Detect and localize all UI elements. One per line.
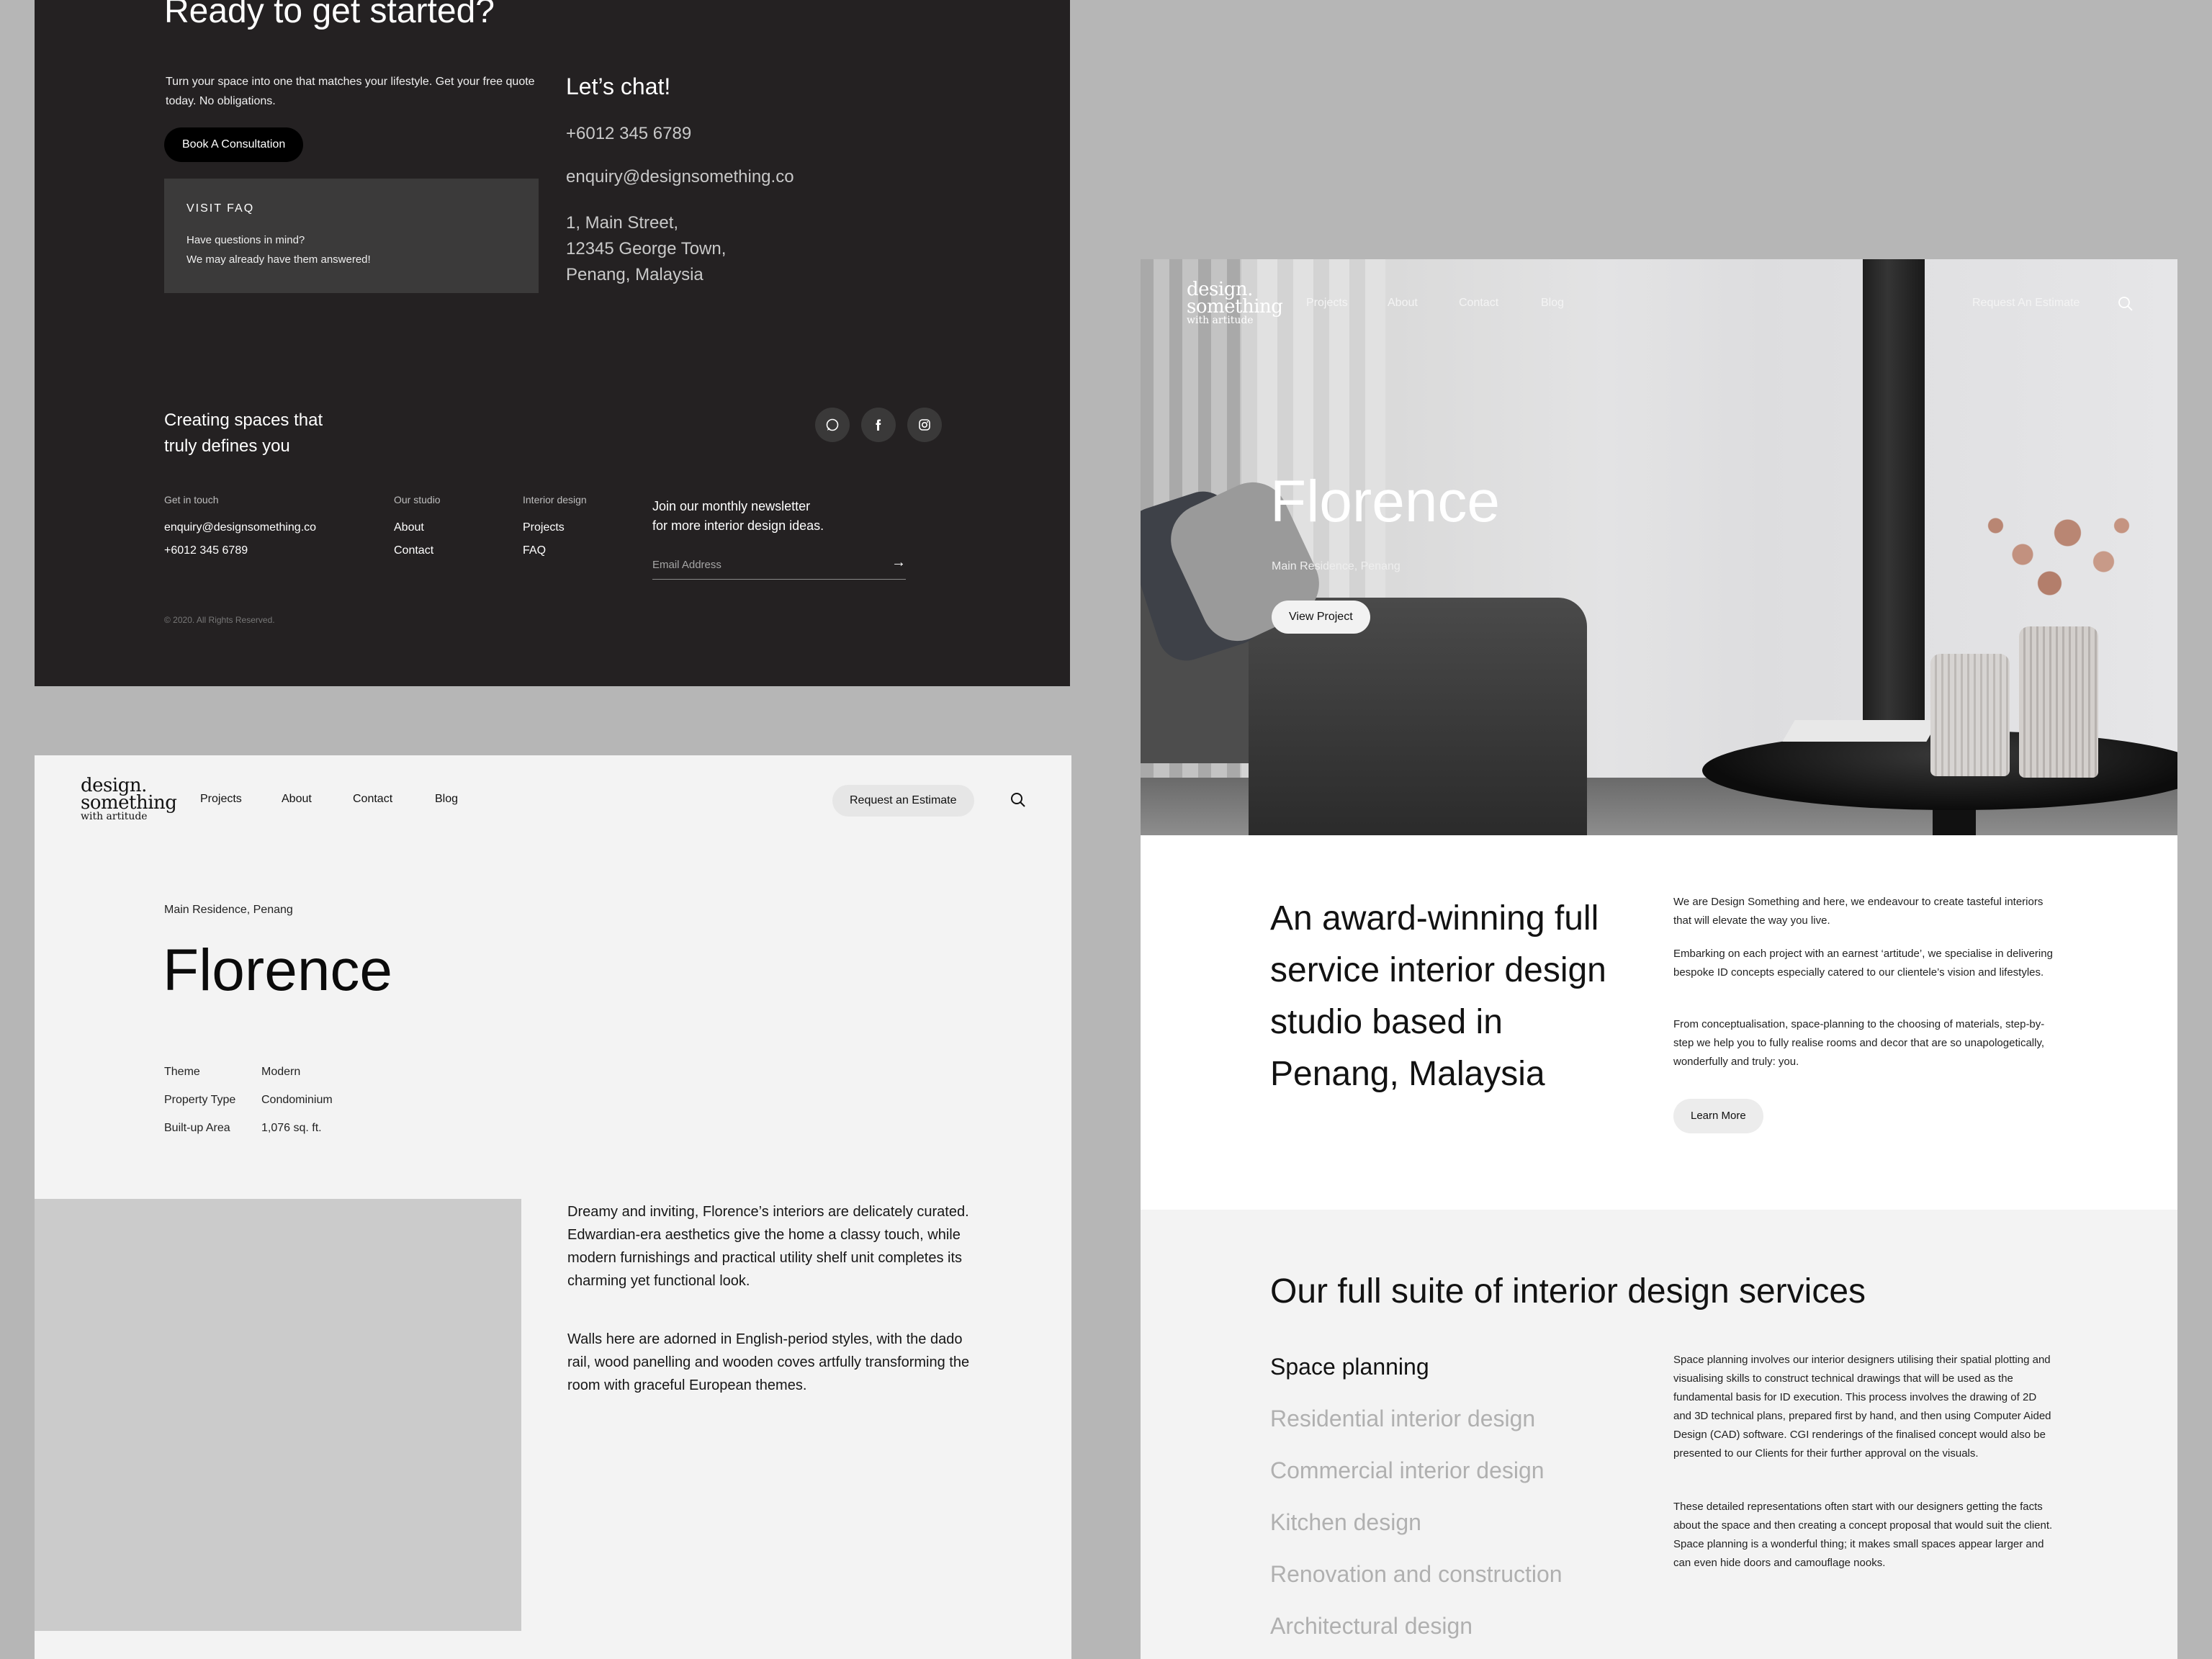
hero-vase-tall [2019, 626, 2098, 778]
tagline-line-2: truly defines you [164, 436, 290, 456]
spec-property-type-value: Condominium [261, 1094, 333, 1106]
project-subtitle: Main Residence, Penang [164, 904, 293, 916]
facebook-icon[interactable] [861, 408, 896, 442]
footer-contact-link[interactable]: Contact [394, 544, 433, 557]
about-paragraph-2: Embarking on each project with an earnes… [1673, 948, 2053, 979]
chat-heading: Let’s chat! [566, 73, 671, 99]
logo-line-2: something [1187, 296, 1283, 318]
footer-faq-link[interactable]: FAQ [523, 544, 546, 557]
hero-section: design. something with artitude Projects… [1141, 259, 2177, 835]
newsletter-text: Join our monthly newsletter for more int… [652, 497, 861, 536]
project-title: Florence [163, 938, 393, 1003]
learn-more-button[interactable]: Learn More [1673, 1099, 1763, 1133]
services-description-1: Space planning involves our interior des… [1673, 1354, 2051, 1460]
cta-heading: Ready to get started? [164, 0, 495, 30]
hero-nav-blog[interactable]: Blog [1541, 297, 1564, 310]
services-heading: Our full suite of interior design servic… [1270, 1272, 1866, 1310]
site-logo-light[interactable]: design. something with artitude [1187, 280, 1283, 325]
spec-property-type-label: Property Type [164, 1094, 236, 1106]
logo-line-2: something [81, 792, 177, 814]
home-page: design. something with artitude Projects… [1141, 259, 2177, 1659]
contact-phone-link[interactable]: +6012 345 6789 [566, 124, 691, 144]
service-tab-kitchen[interactable]: Kitchen design [1270, 1509, 1421, 1536]
about-paragraph-3: From conceptualisation, space-planning t… [1673, 1018, 2045, 1068]
faq-line-1: Have questions in mind? [186, 234, 305, 246]
instagram-icon[interactable] [907, 408, 942, 442]
hero-subtitle: Main Residence, Penang [1272, 560, 1401, 572]
hero-title: Florence [1270, 469, 1501, 534]
faq-line-2: We may already have them answered! [186, 253, 371, 266]
service-tab-space-planning[interactable]: Space planning [1270, 1354, 1429, 1380]
spec-area-value: 1,076 sq. ft. [261, 1122, 322, 1134]
address-line-3: Penang, Malaysia [566, 265, 703, 284]
newsletter-line-2: for more interior design ideas. [652, 518, 824, 533]
spec-theme-label: Theme [164, 1066, 200, 1078]
nav-projects[interactable]: Projects [200, 793, 242, 806]
contact-address: 1, Main Street, 12345 George Town, Penan… [566, 210, 868, 288]
footer-about-link[interactable]: About [394, 521, 424, 534]
about-paragraph-1: We are Design Something and here, we end… [1673, 896, 2044, 927]
service-tab-architectural[interactable]: Architectural design [1270, 1613, 1473, 1640]
nav-blog[interactable]: Blog [435, 793, 458, 806]
newsletter-placeholder: Email Address [652, 559, 721, 571]
book-consultation-button[interactable]: Book A Consultation [164, 127, 304, 162]
hero-nav-contact[interactable]: Contact [1459, 297, 1498, 310]
site-logo[interactable]: design. something with artitude [81, 776, 177, 822]
spec-theme-value: Modern [261, 1066, 301, 1078]
nav-about[interactable]: About [282, 793, 312, 806]
footer-col-studio-heading: Our studio [394, 494, 441, 505]
footer-email-link[interactable]: enquiry@designsomething.co [164, 521, 316, 534]
address-line-1: 1, Main Street, [566, 213, 679, 233]
search-icon[interactable] [1010, 791, 1027, 809]
service-tab-residential[interactable]: Residential interior design [1270, 1406, 1535, 1432]
address-line-2: 12345 George Town, [566, 239, 727, 258]
newsletter-email-field[interactable]: Email Address → [652, 553, 906, 580]
services-description-2: These detailed representations often sta… [1673, 1501, 2053, 1569]
hero-nav-projects[interactable]: Projects [1306, 297, 1348, 310]
hero-vase-small [1930, 654, 2010, 776]
footer-section: Ready to get started? Turn your space in… [35, 0, 1070, 686]
service-tab-renovation[interactable]: Renovation and construction [1270, 1561, 1563, 1588]
spec-area-label: Built-up Area [164, 1122, 230, 1134]
footer-col-id-heading: Interior design [523, 494, 587, 505]
hero-book [1782, 720, 1939, 742]
footer-phone-link[interactable]: +6012 345 6789 [164, 544, 248, 557]
view-project-button[interactable]: View Project [1272, 601, 1370, 634]
cta-intro-text: Turn your space into one that matches yo… [166, 76, 535, 107]
copyright-text: © 2020. All Rights Reserved. [164, 615, 275, 625]
project-image-placeholder [35, 1199, 521, 1631]
service-tab-commercial[interactable]: Commercial interior design [1270, 1457, 1545, 1484]
contact-email-link[interactable]: enquiry@designsomething.co [566, 167, 794, 187]
faq-card[interactable]: VISIT FAQ Have questions in mind? We may… [164, 179, 539, 293]
tagline-line-1: Creating spaces that [164, 410, 323, 430]
nav-contact[interactable]: Contact [353, 793, 392, 806]
about-section: An award-winning full service interior d… [1141, 835, 2177, 1210]
hero-request-estimate-link[interactable]: Request An Estimate [1972, 297, 2080, 310]
faq-text: Have questions in mind? We may already h… [186, 230, 503, 269]
footer-projects-link[interactable]: Projects [523, 521, 565, 534]
search-icon[interactable] [2117, 295, 2134, 313]
faq-label: VISIT FAQ [186, 202, 255, 215]
services-section: Our full suite of interior design servic… [1141, 1210, 2177, 1659]
newsletter-line-1: Join our monthly newsletter [652, 499, 811, 513]
whatsapp-icon[interactable] [815, 408, 850, 442]
hero-dried-flowers [1969, 497, 2149, 641]
project-detail-page: design. something with artitude Projects… [35, 755, 1071, 1659]
request-estimate-button[interactable]: Request an Estimate [832, 785, 974, 817]
about-heading: An award-winning full service interior d… [1270, 899, 1606, 1093]
hero-nav-about[interactable]: About [1388, 297, 1418, 310]
footer-tagline: Creating spaces that truly defines you [164, 408, 380, 459]
footer-col-touch-heading: Get in touch [164, 494, 219, 505]
project-description-1: Dreamy and inviting, Florence’s interior… [567, 1204, 969, 1289]
project-description-2: Walls here are adorned in English-period… [567, 1331, 970, 1393]
arrow-right-icon[interactable]: → [891, 554, 906, 571]
